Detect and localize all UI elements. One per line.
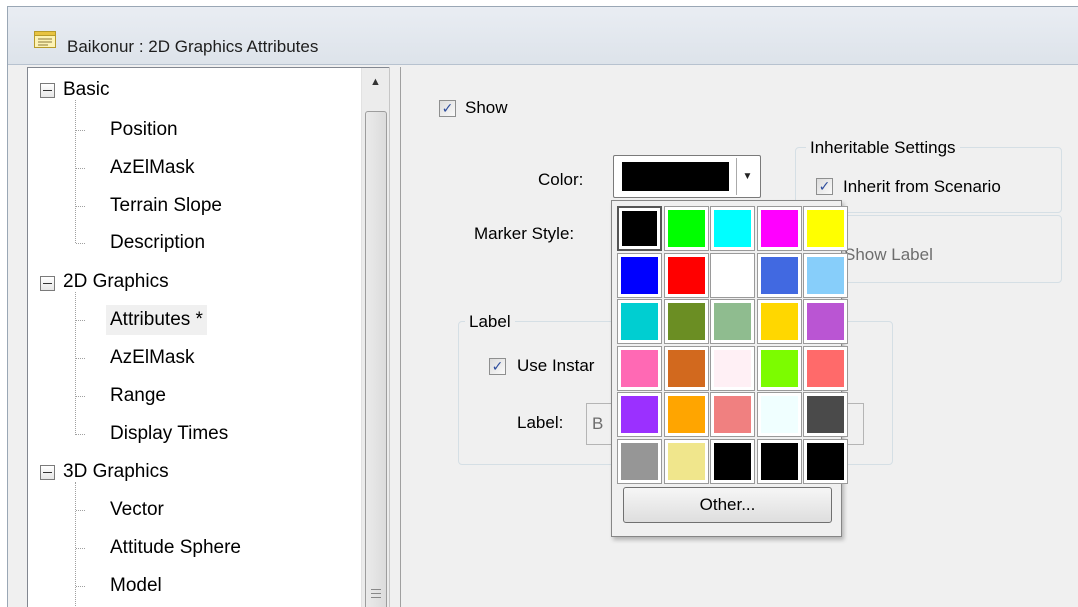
color-swatch-cell[interactable] <box>617 438 662 484</box>
color-label: Color: <box>538 170 584 189</box>
color-swatch-cell[interactable] <box>710 345 755 391</box>
use-instance-name-label: Use Instar <box>517 356 595 375</box>
color-swatch-cell[interactable] <box>617 345 662 391</box>
inheritable-settings-title: Inheritable Settings <box>806 138 960 158</box>
inherit-from-scenario-label: Inherit from Scenario <box>843 177 1001 196</box>
color-swatch-cell[interactable] <box>663 392 709 437</box>
color-swatch-cell[interactable] <box>710 392 755 437</box>
other-color-button[interactable]: Other... <box>623 487 832 523</box>
color-swatch-cell[interactable] <box>710 252 755 298</box>
tree-item-display-times[interactable]: Display Times <box>110 419 228 449</box>
show-checkbox[interactable]: ✓ <box>439 100 456 117</box>
collapse-3d-graphics-icon[interactable] <box>40 465 55 480</box>
color-swatch-cell[interactable] <box>663 252 709 298</box>
color-swatch-cell[interactable] <box>803 438 848 484</box>
tree-group-basic[interactable]: Basic <box>63 75 109 105</box>
color-swatch-cell[interactable] <box>663 206 709 251</box>
color-swatch-cell[interactable] <box>803 392 848 437</box>
color-swatch-cell[interactable] <box>756 392 802 437</box>
label-group-title: Label <box>465 312 515 332</box>
show-label-option[interactable]: Show Label <box>844 245 933 265</box>
collapse-2d-graphics-icon[interactable] <box>40 276 55 291</box>
color-swatch <box>622 162 729 191</box>
scroll-thumb[interactable] <box>365 111 387 607</box>
tree-item-terrain-slope[interactable]: Terrain Slope <box>110 191 222 221</box>
color-swatch-cell[interactable] <box>663 438 709 484</box>
color-swatch-cell[interactable] <box>710 438 755 484</box>
color-swatch-cell[interactable] <box>663 299 709 344</box>
window-title: Baikonur : 2D Graphics Attributes <box>67 37 319 56</box>
color-swatch-cell[interactable] <box>756 206 802 251</box>
color-picker-popup: Other... <box>611 200 848 537</box>
panel-splitter[interactable] <box>389 67 401 607</box>
color-swatch-cell[interactable] <box>756 299 802 344</box>
tree-item-attitude-sphere[interactable]: Attitude Sphere <box>110 533 241 563</box>
color-dropdown[interactable]: ▼ <box>613 155 761 198</box>
title-bar: Baikonur : 2D Graphics Attributes <box>8 7 1078 65</box>
tree-item-position[interactable]: Position <box>110 115 178 145</box>
color-swatch-cell[interactable] <box>756 438 802 484</box>
inherit-from-scenario-checkbox[interactable]: ✓ <box>816 178 833 195</box>
color-swatch-cell[interactable] <box>803 345 848 391</box>
properties-icon <box>34 31 56 48</box>
property-tree[interactable]: Basic Position AzElMask Terrain Slope De… <box>27 67 390 607</box>
dropdown-arrow-icon[interactable]: ▼ <box>736 158 758 195</box>
color-swatch-cell[interactable] <box>617 392 662 437</box>
tree-item-2d-azelmask[interactable]: AzElMask <box>110 343 194 373</box>
color-swatch-cell[interactable] <box>617 206 662 251</box>
color-swatch-cell[interactable] <box>803 252 848 298</box>
color-swatch-cell[interactable] <box>710 206 755 251</box>
color-swatch-cell[interactable] <box>663 345 709 391</box>
color-swatch-cell[interactable] <box>617 299 662 344</box>
show-label: Show <box>465 98 508 117</box>
tree-item-attributes[interactable]: Attributes * <box>106 305 207 335</box>
color-swatch-cell[interactable] <box>756 345 802 391</box>
color-swatch-cell[interactable] <box>710 299 755 344</box>
collapse-basic-icon[interactable] <box>40 83 55 98</box>
scroll-up-arrow-icon[interactable]: ▲ <box>364 70 387 94</box>
tree-scrollbar[interactable]: ▲ <box>361 68 389 607</box>
tree-item-vector[interactable]: Vector <box>110 495 164 525</box>
color-swatch-cell[interactable] <box>756 252 802 298</box>
tree-group-3d-graphics[interactable]: 3D Graphics <box>63 457 169 487</box>
use-instance-name-checkbox[interactable]: ✓ <box>489 358 506 375</box>
tree-item-model[interactable]: Model <box>110 571 162 601</box>
tree-group-2d-graphics[interactable]: 2D Graphics <box>63 267 169 297</box>
label-field-label: Label: <box>517 413 564 432</box>
tree-item-azelmask[interactable]: AzElMask <box>110 153 194 183</box>
tree-item-range[interactable]: Range <box>110 381 166 411</box>
tree-item-description[interactable]: Description <box>110 228 205 258</box>
color-swatch-cell[interactable] <box>803 299 848 344</box>
color-swatch-cell[interactable] <box>803 206 848 251</box>
color-swatch-cell[interactable] <box>617 252 662 298</box>
marker-style-label: Marker Style: <box>474 224 575 243</box>
